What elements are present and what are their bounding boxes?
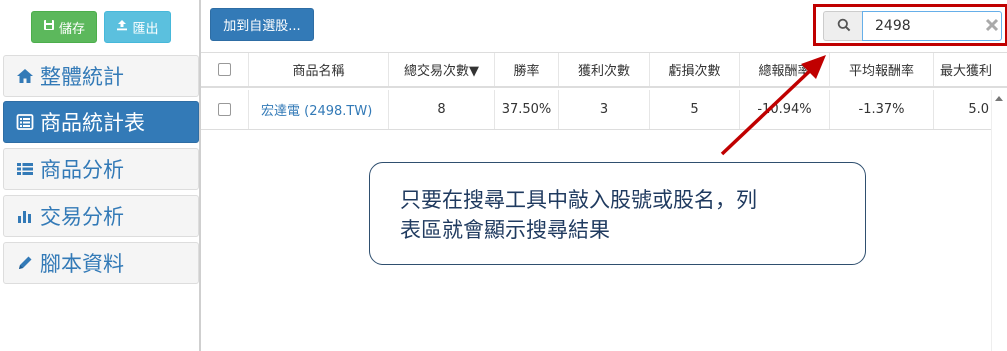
sidebar-item-script-data[interactable]: 腳本資料	[3, 242, 199, 284]
search-addon	[823, 11, 863, 41]
row-select-cell	[201, 90, 249, 129]
save-icon	[43, 19, 55, 35]
export-icon	[116, 19, 128, 35]
row-avg-return: -1.37%	[830, 90, 934, 129]
row-checkbox[interactable]	[218, 103, 231, 116]
add-to-favorites-label: 加到自選股...	[223, 19, 301, 34]
sidebar-item-product-stats[interactable]: 商品統計表	[3, 101, 199, 143]
bulleted-list-icon	[16, 160, 34, 178]
app-root: 儲存 匯出 整體統計 商品統計表 商品分析 交易分析 腳本資料 加到自選股...…	[0, 0, 1007, 351]
add-to-favorites-button[interactable]: 加到自選股...	[210, 8, 314, 41]
export-button-label: 匯出	[132, 21, 159, 37]
row-loss-count: 5	[650, 90, 740, 129]
sidebar-item-label: 交易分析	[40, 205, 124, 229]
header-loss-count[interactable]: 虧損次數	[650, 53, 740, 86]
header-total-return[interactable]: 總報酬率	[740, 53, 830, 86]
sidebar-item-label: 商品統計表	[40, 111, 145, 135]
callout-line-1: 只要在搜尋工具中敲入股號或股名，列	[400, 188, 757, 212]
sidebar-item-trade-analysis[interactable]: 交易分析	[3, 195, 199, 237]
home-icon	[16, 67, 34, 85]
header-avg-return[interactable]: 平均報酬率	[830, 53, 934, 86]
row-win-count: 3	[559, 90, 650, 129]
search-input[interactable]	[862, 11, 1002, 41]
list-icon	[16, 113, 34, 131]
save-button[interactable]: 儲存	[31, 11, 97, 43]
sidebar-item-label: 商品分析	[40, 158, 124, 182]
sidebar: 儲存 匯出 整體統計 商品統計表 商品分析 交易分析 腳本資料	[0, 0, 200, 351]
table-row[interactable]: 宏達電 (2498.TW) 8 37.50% 3 5 -10.94% -1.37…	[201, 90, 991, 130]
header-product-name[interactable]: 商品名稱	[249, 53, 389, 86]
select-all-checkbox[interactable]	[218, 63, 231, 76]
search-icon	[837, 17, 851, 36]
sidebar-item-label: 腳本資料	[40, 252, 124, 276]
header-max-profit[interactable]: 最大獲利	[934, 53, 1007, 86]
header-win-count[interactable]: 獲利次數	[559, 53, 650, 86]
callout-line-2: 表區就會顯示搜尋結果	[400, 218, 610, 242]
select-all-cell	[201, 53, 249, 86]
header-total-trades[interactable]: 總交易次數▼	[389, 53, 495, 86]
row-total-trades: 8	[389, 90, 495, 129]
save-button-label: 儲存	[58, 21, 85, 37]
row-product-name[interactable]: 宏達電 (2498.TW)	[249, 90, 389, 129]
bar-chart-icon	[16, 207, 34, 225]
sidebar-item-overall-stats[interactable]: 整體統計	[3, 55, 199, 97]
annotation-callout: 只要在搜尋工具中敲入股號或股名，列 表區就會顯示搜尋結果	[369, 162, 866, 265]
row-win-rate: 37.50%	[495, 90, 559, 129]
sidebar-item-label: 整體統計	[40, 65, 124, 89]
table-scrollbar[interactable]	[991, 90, 1007, 351]
scroll-up-icon[interactable]	[991, 90, 1007, 106]
row-total-return: -10.94%	[740, 90, 830, 129]
clear-icon[interactable]	[984, 17, 1000, 33]
pencil-icon	[16, 254, 34, 272]
table-header: 商品名稱 總交易次數▼ 勝率 獲利次數 虧損次數 總報酬率 平均報酬率 最大獲利	[201, 52, 1007, 88]
search-highlight-box	[813, 4, 1007, 46]
row-max-profit: 5.0	[968, 102, 989, 117]
header-win-rate[interactable]: 勝率	[495, 53, 559, 86]
export-button[interactable]: 匯出	[104, 11, 171, 43]
sidebar-item-product-analysis[interactable]: 商品分析	[3, 148, 199, 190]
